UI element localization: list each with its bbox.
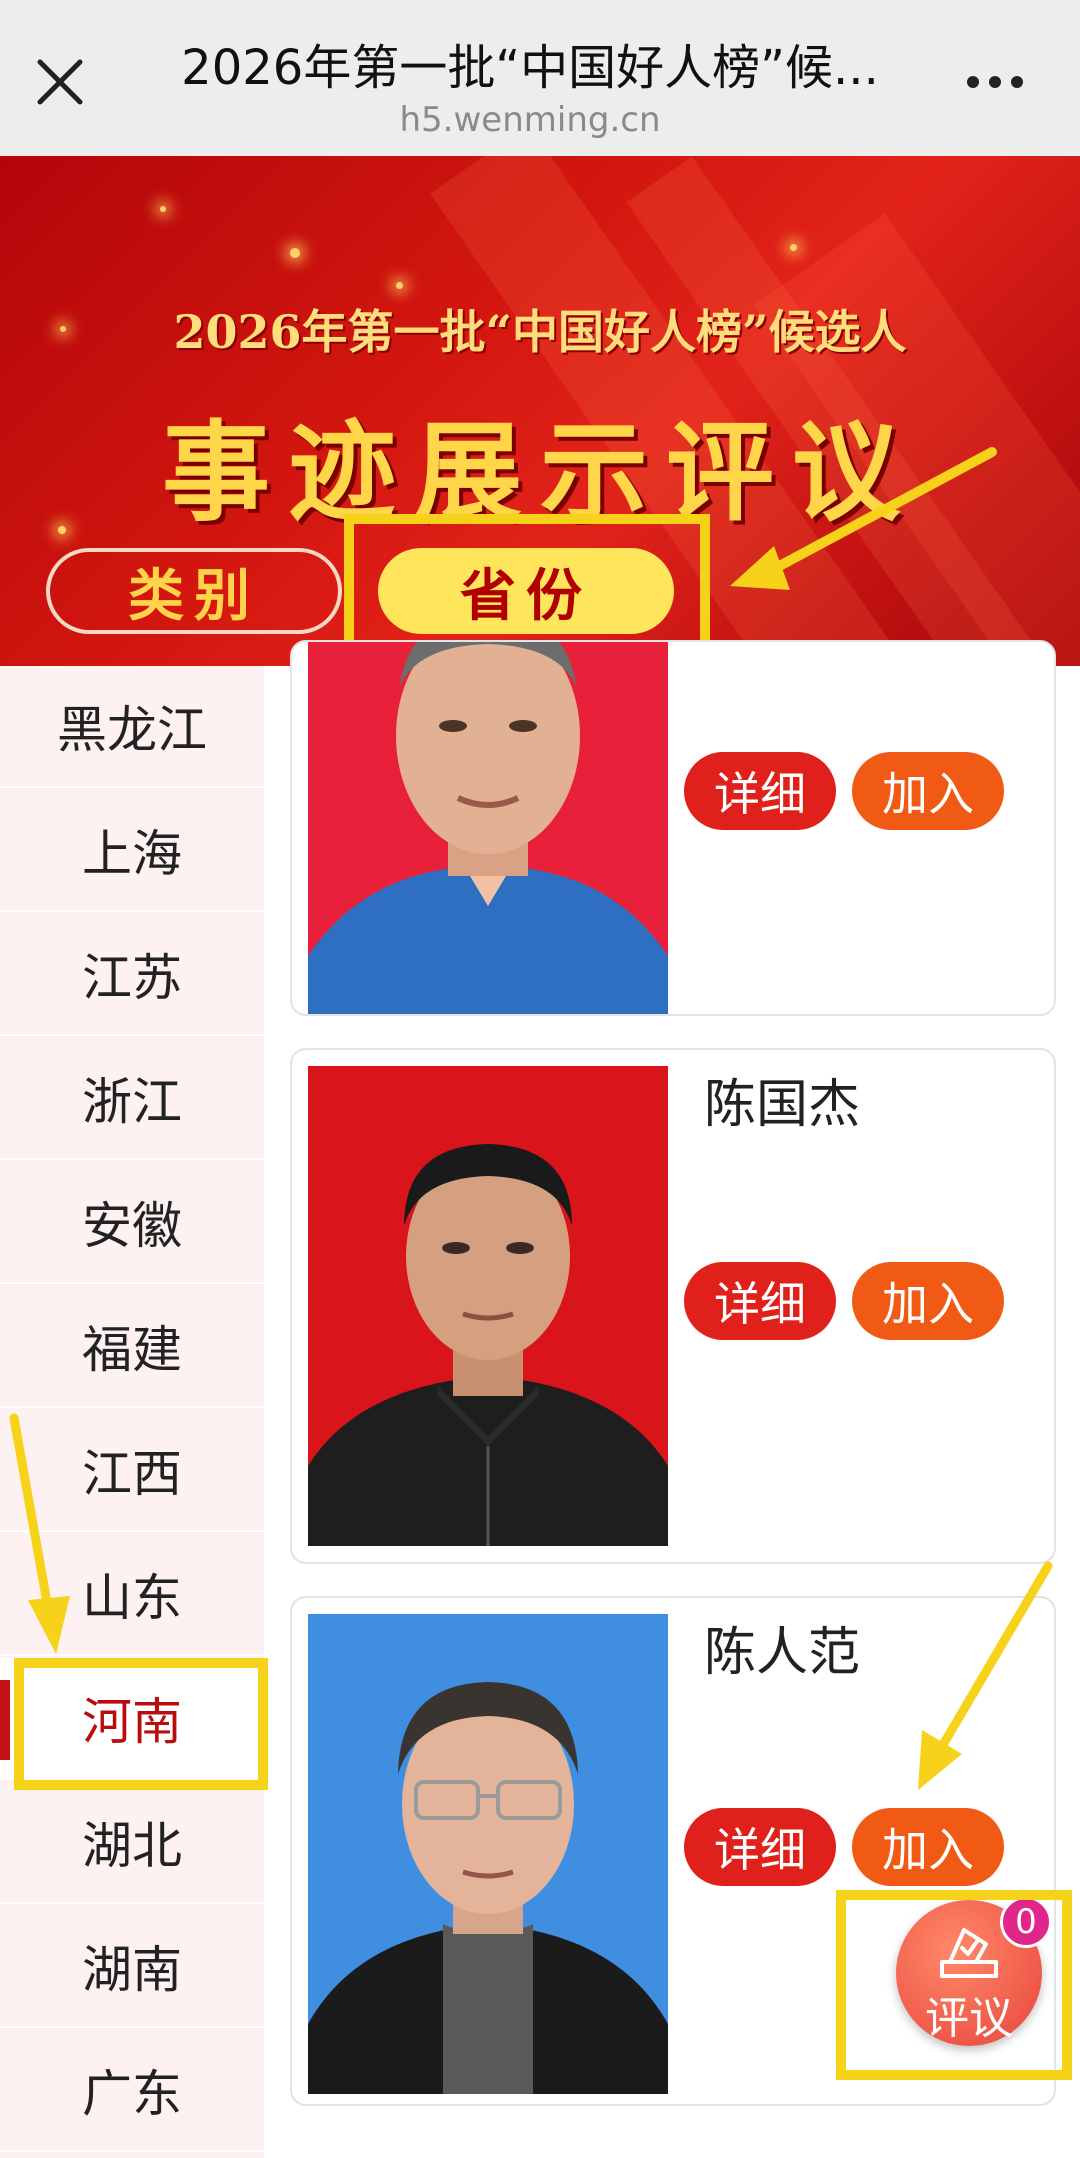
detail-button[interactable]: 详细 [684,1808,836,1886]
sidebar-item-guangdong[interactable]: 广东 [0,2030,264,2152]
highlight-box-henan [14,1658,268,1790]
sidebar-item-jiangxi[interactable]: 江西 [0,1410,264,1532]
tab-category[interactable]: 类别 [46,548,342,634]
sidebar-item-anhui[interactable]: 安徽 [0,1162,264,1284]
detail-button[interactable]: 详细 [684,1262,836,1340]
province-sidebar: 黑龙江 上海 江苏 浙江 安徽 福建 江西 山东 河南 湖北 湖南 广东 [0,666,264,2158]
candidate-photo [308,1066,668,1546]
candidate-photo [308,1614,668,2094]
banner-subtitle: 2026年第一批“中国好人榜”候选人 [173,305,907,359]
candidate-name: 陈国杰 [704,1075,861,1135]
candidate-name: 陈人范 [704,1623,861,1683]
page-title: 2026年第一批“中国好人榜”候... [181,40,879,96]
sidebar-item-jiangsu[interactable]: 江苏 [0,914,264,1036]
page-url: h5.wenming.cn [399,100,661,140]
join-button[interactable]: 加入 [852,1262,1004,1340]
sidebar-item-hubei[interactable]: 湖北 [0,1782,264,1904]
more-options-icon[interactable] [960,62,1030,102]
candidate-card: 详细 加入 [290,640,1056,1016]
join-button[interactable]: 加入 [852,752,1004,830]
browser-top-bar: 2026年第一批“中国好人榜”候... h5.wenming.cn [0,0,1080,156]
sidebar-item-heilongjiang[interactable]: 黑龙江 [0,666,264,788]
active-indicator [0,1680,10,1760]
candidate-card: 陈国杰 详细 加入 [290,1048,1056,1564]
sidebar-item-fujian[interactable]: 福建 [0,1286,264,1408]
candidate-photo [308,642,668,1014]
screen: 2026年第一批“中国好人榜”候... h5.wenming.cn 2026年第… [0,0,1080,2158]
sidebar-item-shandong[interactable]: 山东 [0,1534,264,1656]
join-button[interactable]: 加入 [852,1808,1004,1886]
close-icon[interactable] [30,52,90,112]
detail-button[interactable]: 详细 [684,752,836,830]
sidebar-item-hunan[interactable]: 湖南 [0,1906,264,2028]
highlight-box-comment [836,1890,1072,2080]
sidebar-item-zhejiang[interactable]: 浙江 [0,1038,264,1160]
sidebar-item-shanghai[interactable]: 上海 [0,790,264,912]
